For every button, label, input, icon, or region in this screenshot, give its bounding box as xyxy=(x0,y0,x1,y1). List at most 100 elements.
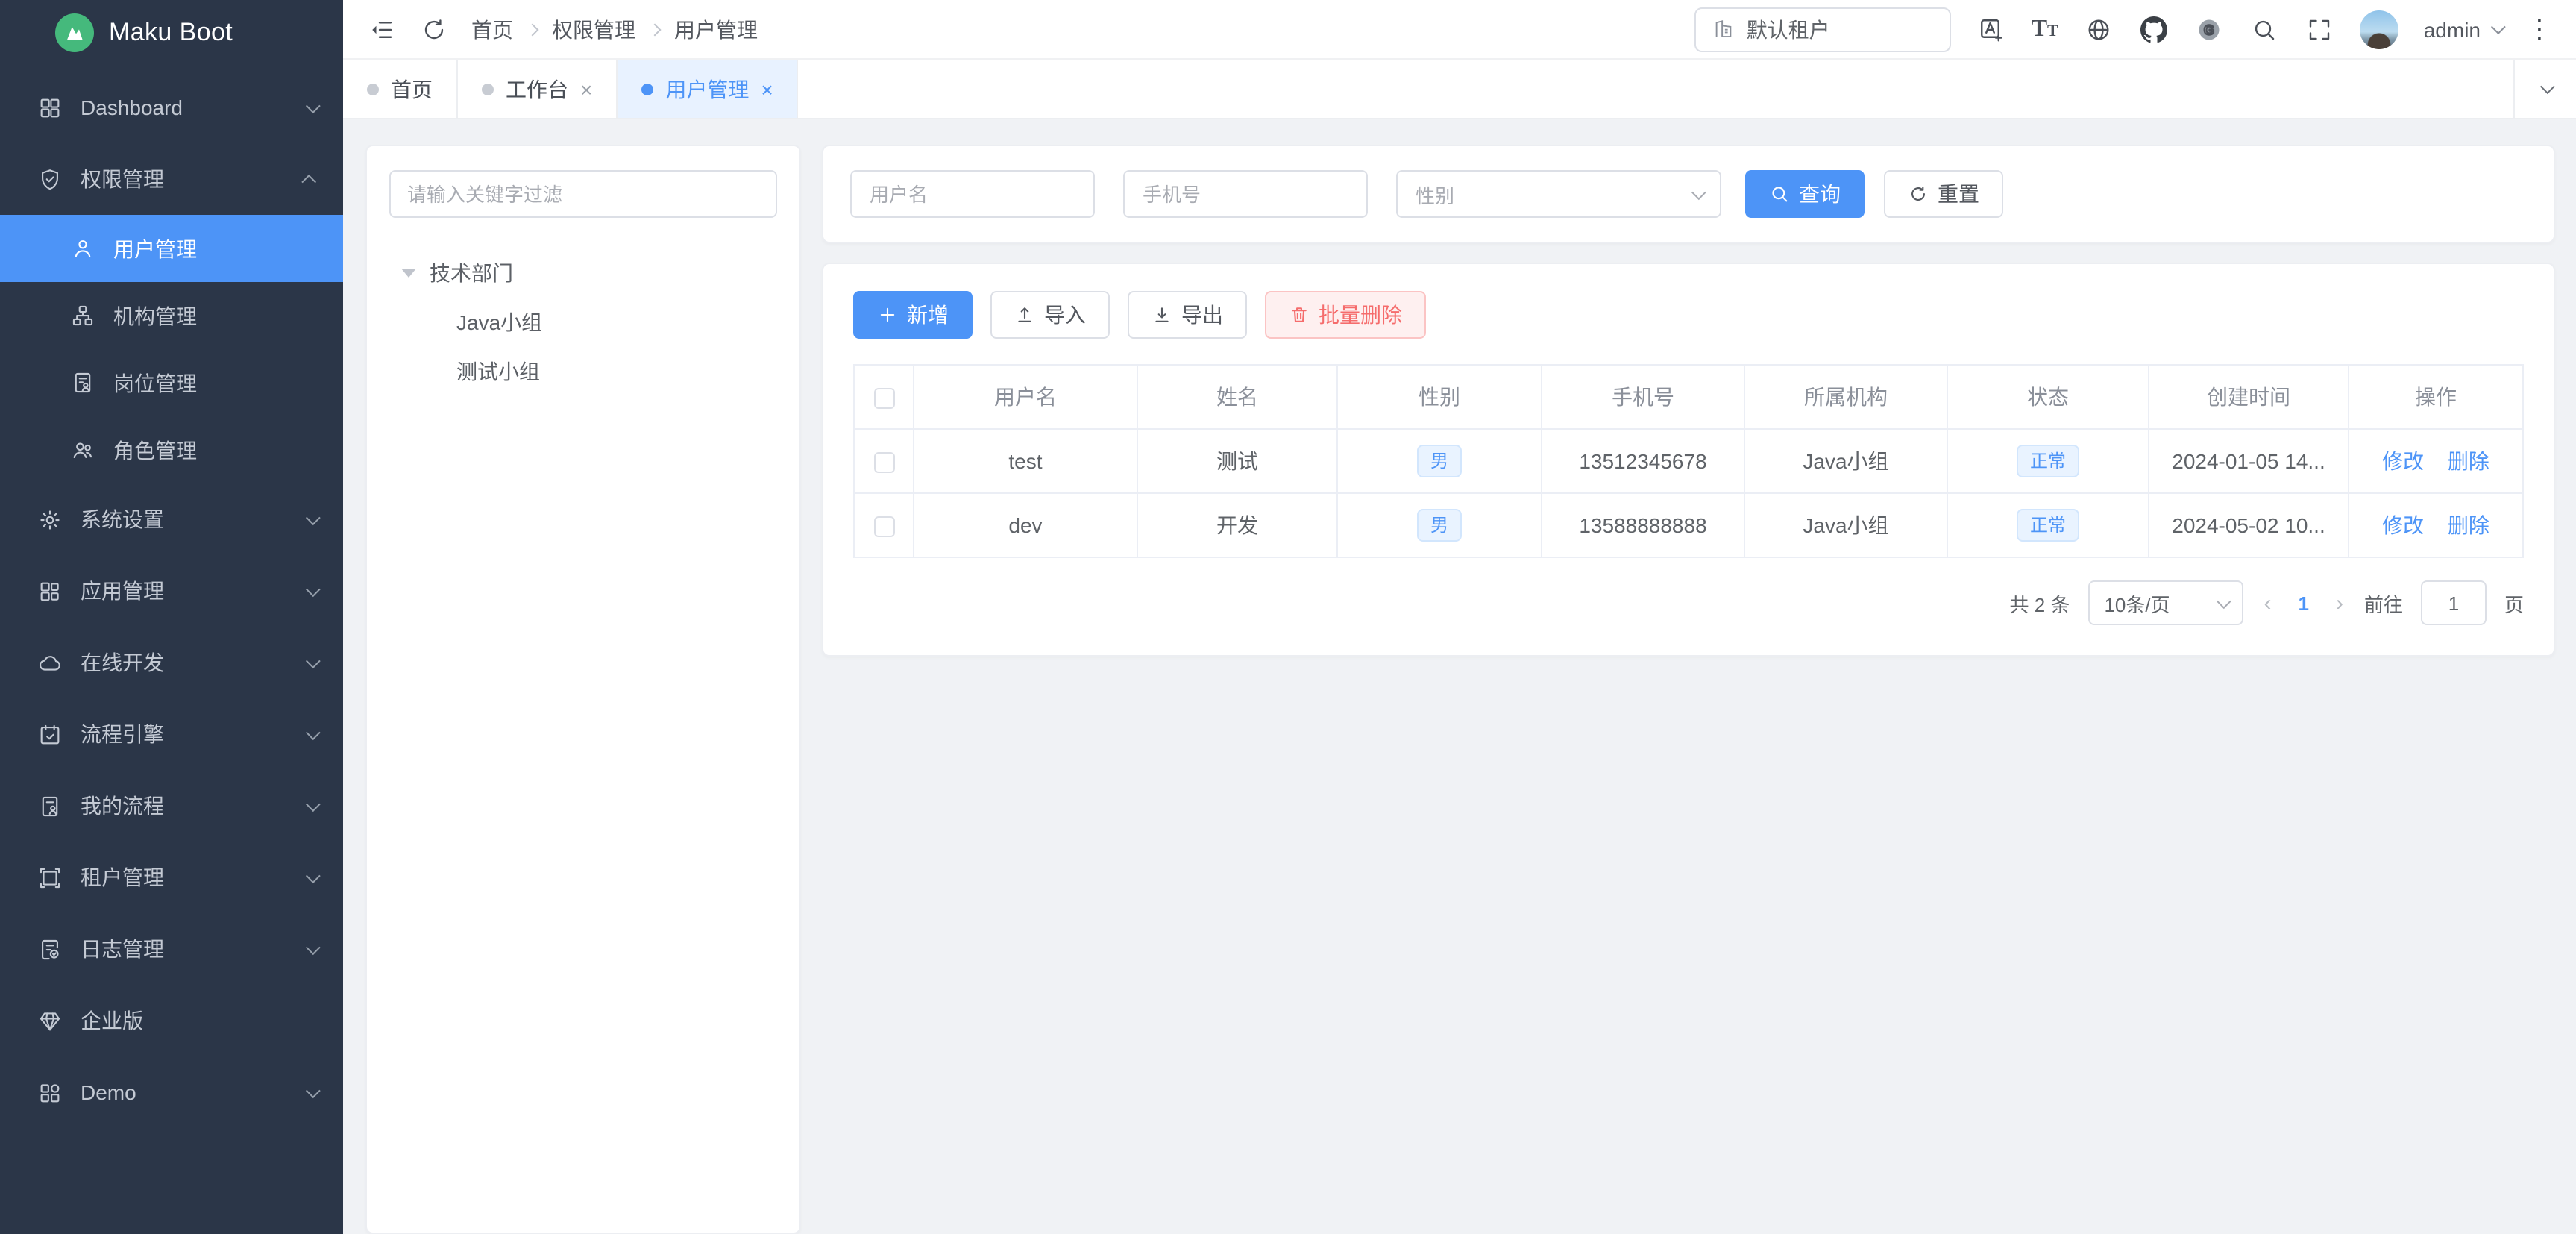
tree-node-root[interactable]: 技术部门 xyxy=(389,248,777,297)
close-icon[interactable]: × xyxy=(761,78,773,99)
search-icon[interactable] xyxy=(2249,14,2279,44)
table-row: test 测试 男 13512345678 Java小组 正常 2024-01-… xyxy=(854,429,2523,493)
cell-name: 开发 xyxy=(1137,493,1337,557)
tab-list-dropdown[interactable] xyxy=(2513,60,2576,118)
user-table: 用户名 姓名 性别 手机号 所属机构 状态 创建时间 操作 xyxy=(853,364,2524,558)
building-icon xyxy=(1712,18,1735,40)
chevron-down-icon xyxy=(2216,593,2231,608)
font-size-icon[interactable]: TT xyxy=(2032,17,2058,41)
sidebar-item-my-workflow[interactable]: 我的流程 xyxy=(0,770,343,842)
import-button[interactable]: 导入 xyxy=(990,291,1110,339)
user-table-panel: 新增 导入 导出 批量删除 xyxy=(822,263,2555,657)
gitee-icon[interactable]: G xyxy=(2194,14,2224,44)
column-header: 姓名 xyxy=(1137,365,1337,429)
column-header: 用户名 xyxy=(914,365,1137,429)
current-page[interactable]: 1 xyxy=(2292,592,2314,614)
add-button-label: 新增 xyxy=(907,300,949,330)
page-size-select[interactable]: 10条/页 xyxy=(2087,580,2243,625)
sidebar-item-org-management[interactable]: 机构管理 xyxy=(0,282,343,349)
tab-workbench[interactable]: 工作台 × xyxy=(458,60,618,118)
sidebar-item-label: Dashboard xyxy=(81,95,288,119)
fullscreen-icon[interactable] xyxy=(2305,14,2334,44)
tree-node-test-group[interactable]: 测试小组 xyxy=(389,346,777,395)
goto-page-input[interactable] xyxy=(2421,580,2487,625)
sidebar-item-user-management[interactable]: 用户管理 xyxy=(0,215,343,282)
sidebar-item-label: 权限管理 xyxy=(81,164,288,194)
sidebar-item-demo[interactable]: Demo xyxy=(0,1056,343,1128)
username-filter-input[interactable] xyxy=(850,170,1095,218)
github-icon[interactable] xyxy=(2139,14,2169,44)
user-menu[interactable]: admin xyxy=(2424,17,2501,41)
mobile-filter-input[interactable] xyxy=(1123,170,1368,218)
breadcrumb-permissions[interactable]: 权限管理 xyxy=(552,14,635,44)
gender-select[interactable]: 性别 xyxy=(1396,170,1721,218)
add-button[interactable]: 新增 xyxy=(853,291,973,339)
next-page-button[interactable]: › xyxy=(2333,590,2346,616)
log-icon xyxy=(37,936,63,962)
close-icon[interactable]: × xyxy=(580,78,592,99)
sidebar-item-dashboard[interactable]: Dashboard xyxy=(0,72,343,143)
prev-page-button[interactable]: ‹ xyxy=(2261,590,2274,616)
edit-link[interactable]: 修改 xyxy=(2382,449,2424,473)
avatar[interactable] xyxy=(2360,10,2398,48)
sidebar-item-permissions[interactable]: 权限管理 xyxy=(0,143,343,215)
sidebar-item-label: 在线开发 xyxy=(81,648,288,677)
tree-node-java-group[interactable]: Java小组 xyxy=(389,297,777,346)
cell-username: dev xyxy=(914,493,1137,557)
refresh-icon[interactable] xyxy=(419,14,449,44)
tab-dot xyxy=(641,83,653,95)
sidebar-item-workflow-engine[interactable]: 流程引擎 xyxy=(0,698,343,770)
page-size-value: 10条/页 xyxy=(2104,589,2170,617)
sidebar-item-enterprise[interactable]: 企业版 xyxy=(0,985,343,1056)
translate-icon[interactable] xyxy=(1976,14,2006,44)
tenant-icon xyxy=(37,865,63,890)
tab-label: 用户管理 xyxy=(665,74,749,104)
tenant-select-value: 默认租户 xyxy=(1747,14,1830,44)
delete-link[interactable]: 删除 xyxy=(2448,513,2489,537)
sidebar-item-log-management[interactable]: 日志管理 xyxy=(0,913,343,985)
export-button[interactable]: 导出 xyxy=(1128,291,1247,339)
edit-link[interactable]: 修改 xyxy=(2382,513,2424,537)
sidebar-item-label: 企业版 xyxy=(81,1006,316,1036)
row-checkbox[interactable] xyxy=(873,452,894,473)
tab-bar: 首页 工作台 × 用户管理 × xyxy=(343,60,2576,119)
org-tree: 技术部门 Java小组 测试小组 xyxy=(389,248,777,395)
reset-button[interactable]: 重置 xyxy=(1884,170,2003,218)
tenant-select[interactable]: 默认租户 xyxy=(1694,7,1951,51)
apps-icon xyxy=(37,578,63,604)
breadcrumb-home[interactable]: 首页 xyxy=(471,14,513,44)
more-menu-icon[interactable]: ⋮ xyxy=(2527,16,2552,42)
org-tree-panel: 技术部门 Java小组 测试小组 xyxy=(365,145,801,1234)
collapse-sidebar-icon[interactable] xyxy=(367,14,397,44)
tab-user-management[interactable]: 用户管理 × xyxy=(618,60,798,118)
sidebar-item-app-management[interactable]: 应用管理 xyxy=(0,555,343,627)
tab-home[interactable]: 首页 xyxy=(343,60,458,118)
chevron-down-icon xyxy=(1691,184,1706,199)
breadcrumb-separator-icon xyxy=(527,23,539,36)
sidebar-item-label: 租户管理 xyxy=(81,862,288,892)
sidebar-item-role-management[interactable]: 角色管理 xyxy=(0,416,343,483)
cloud-icon xyxy=(37,650,63,675)
globe-icon[interactable] xyxy=(2084,14,2114,44)
sidebar-item-system-settings[interactable]: 系统设置 xyxy=(0,483,343,555)
sidebar-item-post-management[interactable]: 岗位管理 xyxy=(0,349,343,416)
search-button[interactable]: 查询 xyxy=(1745,170,1865,218)
delete-link[interactable]: 删除 xyxy=(2448,449,2489,473)
select-all-checkbox[interactable] xyxy=(873,388,894,409)
sidebar-item-online-dev[interactable]: 在线开发 xyxy=(0,627,343,698)
breadcrumb-user-management[interactable]: 用户管理 xyxy=(674,14,758,44)
gender-tag: 男 xyxy=(1417,509,1462,542)
page-unit-label: 页 xyxy=(2504,589,2524,617)
org-icon xyxy=(70,303,95,328)
table-header-row: 用户名 姓名 性别 手机号 所属机构 状态 创建时间 操作 xyxy=(854,365,2523,429)
row-checkbox[interactable] xyxy=(873,516,894,537)
enterprise-icon xyxy=(37,1008,63,1033)
sidebar-item-tenant-management[interactable]: 租户管理 xyxy=(0,842,343,913)
tree-filter-input[interactable] xyxy=(389,170,777,218)
dashboard-icon xyxy=(37,95,63,120)
sidebar: Maku Boot Dashboard 权限管理 用户管理 机 xyxy=(0,0,343,1234)
chevron-down-icon xyxy=(306,939,321,954)
user-name: admin xyxy=(2424,17,2481,41)
batch-delete-button[interactable]: 批量删除 xyxy=(1265,291,1426,339)
app-logo[interactable]: Maku Boot xyxy=(0,0,343,66)
